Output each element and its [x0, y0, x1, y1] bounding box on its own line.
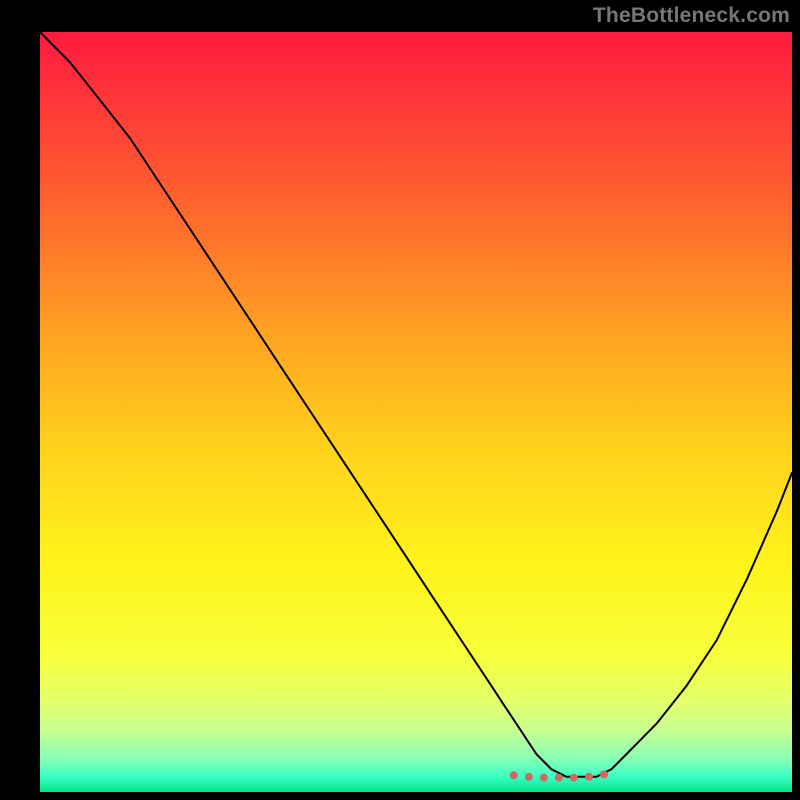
optimal-point [585, 773, 593, 781]
optimal-point [600, 771, 608, 779]
optimal-point [555, 774, 563, 782]
optimal-point [525, 773, 533, 781]
optimal-point [540, 774, 548, 782]
watermark-text: TheBottleneck.com [593, 4, 790, 28]
gradient-background [40, 32, 792, 792]
bottleneck-chart [0, 0, 800, 800]
optimal-point [510, 771, 518, 779]
optimal-point [570, 774, 578, 782]
